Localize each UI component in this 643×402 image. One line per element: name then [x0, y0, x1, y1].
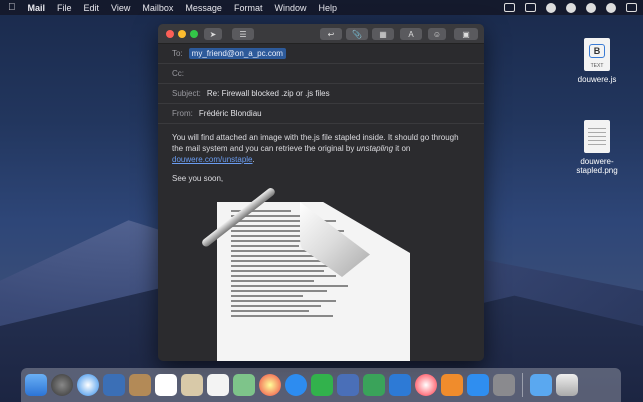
menu-file[interactable]: File — [57, 3, 72, 13]
finder-icon[interactable] — [25, 374, 47, 396]
reminders-icon[interactable] — [207, 374, 229, 396]
notes-icon[interactable] — [181, 374, 203, 396]
photo-browser-icon[interactable]: ▦ — [372, 28, 394, 40]
compose-window: ➤ ☰ ↩ 📎 ▦ A ☺ ▣ To: my_friend@on_a_pc.co… — [158, 24, 484, 361]
contacts-icon[interactable] — [129, 374, 151, 396]
file-icon-type: TEXT — [590, 63, 604, 69]
from-field[interactable]: From: Frédéric Blondiau — [158, 104, 484, 124]
desktop-file-douwere-js[interactable]: B TEXT douwere.js — [562, 38, 632, 84]
downloads-folder-icon[interactable] — [530, 374, 552, 396]
from-label: From: — [172, 109, 193, 118]
attachment-icon[interactable]: 📎 — [346, 28, 368, 40]
cc-field[interactable]: Cc: — [158, 64, 484, 84]
to-recipient-token[interactable]: my_friend@on_a_pc.com — [188, 48, 286, 59]
menu-app-mail[interactable]: Mail — [28, 3, 46, 13]
airplay-icon[interactable] — [504, 3, 515, 12]
menu-mailbox[interactable]: Mailbox — [142, 3, 173, 13]
body-emphasis: unstapling — [356, 144, 394, 153]
body-end: . — [252, 155, 255, 164]
close-window-button[interactable] — [166, 29, 174, 38]
safari-icon[interactable] — [77, 374, 99, 396]
menu-window[interactable]: Window — [274, 3, 306, 13]
cc-label: Cc: — [172, 69, 184, 78]
books-icon[interactable] — [441, 374, 463, 396]
signoff: See you soon, — [172, 174, 224, 183]
format-text-button[interactable]: A — [400, 28, 422, 40]
desktop-file-douwere-stapled-png[interactable]: douwere-stapled.png — [562, 120, 632, 175]
menu-view[interactable]: View — [111, 3, 130, 13]
trash-icon[interactable] — [556, 374, 578, 396]
menu-format[interactable]: Format — [234, 3, 263, 13]
user-icon[interactable] — [566, 2, 576, 13]
system-preferences-icon[interactable] — [493, 374, 515, 396]
to-label: To: — [172, 49, 183, 58]
desktop-file-label: douwere.js — [577, 75, 617, 84]
subject-value[interactable]: Re: Firewall blocked .zip or .js files — [207, 89, 330, 98]
subject-field[interactable]: Subject: Re: Firewall blocked .zip or .j… — [158, 84, 484, 104]
menu-edit[interactable]: Edit — [84, 3, 100, 13]
menu-bar:  Mail File Edit View Mailbox Message Fo… — [0, 0, 643, 15]
messages-icon[interactable] — [285, 374, 307, 396]
body-text: You will find attached an image with the… — [172, 133, 459, 153]
battery-icon[interactable] — [525, 3, 536, 12]
send-icon[interactable]: ➤ — [204, 28, 222, 40]
from-value[interactable]: Frédéric Blondiau — [199, 109, 262, 118]
subject-label: Subject: — [172, 89, 201, 98]
menu-help[interactable]: Help — [318, 3, 337, 13]
body-paragraph: You will find attached an image with the… — [172, 132, 470, 165]
mail-icon[interactable] — [103, 374, 125, 396]
pages-icon[interactable] — [389, 374, 411, 396]
music-icon[interactable] — [415, 374, 437, 396]
menu-message[interactable]: Message — [185, 3, 222, 13]
desktop-file-label-2: douwere-stapled.png — [576, 157, 618, 175]
emoji-icon[interactable]: ☺ — [428, 28, 446, 40]
file-icon-letter: B — [589, 44, 605, 58]
facetime-icon[interactable] — [311, 374, 333, 396]
message-body[interactable]: You will find attached an image with the… — [158, 124, 484, 200]
body-text-2: it on — [393, 144, 411, 153]
numbers-icon[interactable] — [363, 374, 385, 396]
wifi-icon[interactable] — [546, 2, 556, 13]
notification-center-icon[interactable] — [626, 3, 637, 12]
launchpad-icon[interactable] — [51, 374, 73, 396]
keynote-icon[interactable] — [337, 374, 359, 396]
minimize-window-button[interactable] — [178, 29, 186, 38]
unstaple-link[interactable]: douwere.com/unstaple — [172, 155, 253, 164]
spotlight-search-icon[interactable] — [586, 2, 596, 13]
dock — [21, 368, 621, 402]
header-fields-icon[interactable]: ☰ — [232, 28, 254, 40]
calendar-icon[interactable] — [155, 374, 177, 396]
window-titlebar: ➤ ☰ ↩ 📎 ▦ A ☺ ▣ — [158, 24, 484, 44]
png-file-icon — [584, 120, 610, 153]
photo-menu-icon[interactable]: ▣ — [454, 28, 478, 40]
js-file-icon: B TEXT — [584, 38, 610, 71]
siri-icon[interactable] — [606, 2, 616, 13]
app-store-icon[interactable] — [467, 374, 489, 396]
photos-icon[interactable] — [259, 374, 281, 396]
apple-menu-icon[interactable]:  — [8, 2, 16, 13]
maps-icon[interactable] — [233, 374, 255, 396]
dock-separator — [522, 373, 523, 397]
zoom-window-button[interactable] — [190, 29, 198, 38]
to-field[interactable]: To: my_friend@on_a_pc.com — [158, 44, 484, 64]
reply-icon[interactable]: ↩ — [320, 28, 342, 40]
